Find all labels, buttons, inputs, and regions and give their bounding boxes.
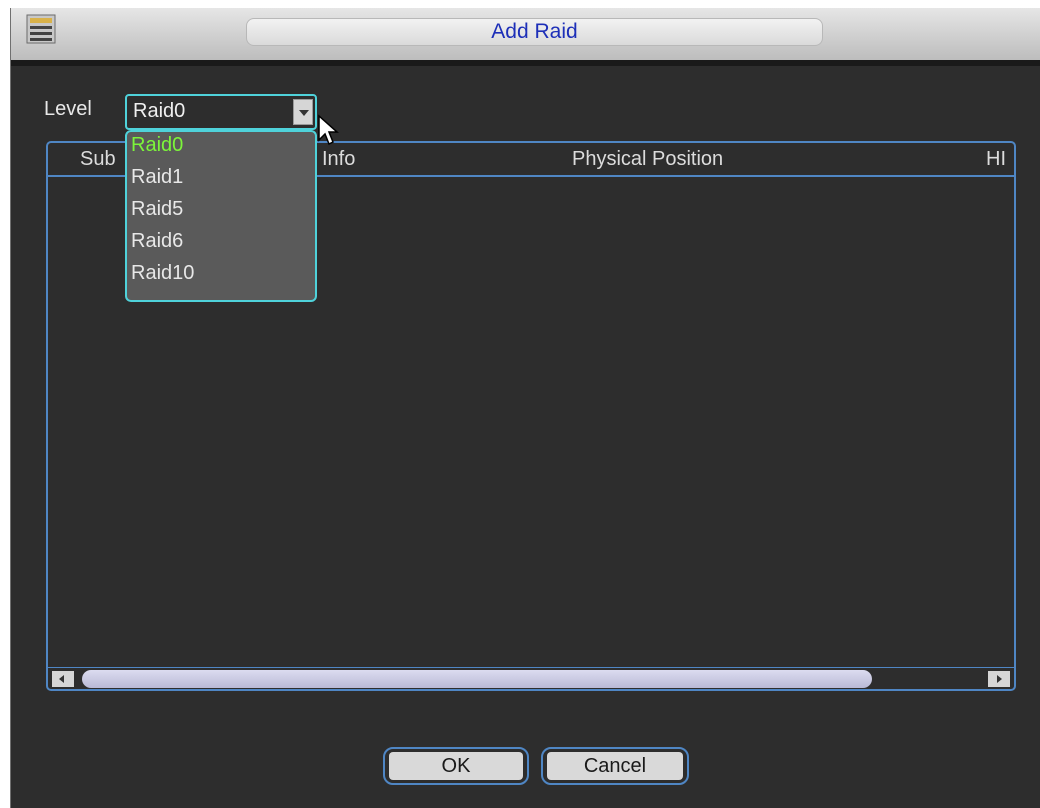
dropdown-option-raid0[interactable]: Raid0 [131,134,183,157]
ok-button[interactable]: OK [383,747,529,785]
scrollbar-thumb[interactable] [82,670,872,688]
add-raid-dialog: Add Raid Level Raid0 Sub Info Physical P… [10,8,1040,808]
horizontal-scrollbar[interactable] [48,667,1014,689]
dropdown-option-raid5[interactable]: Raid5 [131,198,183,221]
dialog-title: Add Raid [491,20,578,43]
column-header-hdd: HI [986,148,1006,170]
column-header-sub: Sub [80,148,116,170]
ok-button-label: OK [389,752,523,780]
cancel-button[interactable]: Cancel [541,747,689,785]
level-label: Level [44,98,92,120]
dropdown-option-raid6[interactable]: Raid6 [131,230,183,253]
cancel-button-label: Cancel [547,752,683,780]
mouse-cursor-icon [317,114,343,153]
app-icon [25,13,57,45]
chevron-down-icon[interactable] [293,99,313,125]
level-select-value: Raid0 [133,100,186,122]
level-dropdown-list: Raid0 Raid1 Raid5 Raid6 Raid10 [125,130,317,302]
dropdown-option-raid1[interactable]: Raid1 [131,166,183,189]
column-header-physical-position: Physical Position [572,148,724,170]
scroll-right-icon[interactable] [988,671,1010,687]
title-bar: Add Raid [11,8,1040,66]
level-select[interactable]: Raid0 [125,94,317,130]
dropdown-option-raid10[interactable]: Raid10 [131,262,194,285]
scroll-left-icon[interactable] [52,671,74,687]
